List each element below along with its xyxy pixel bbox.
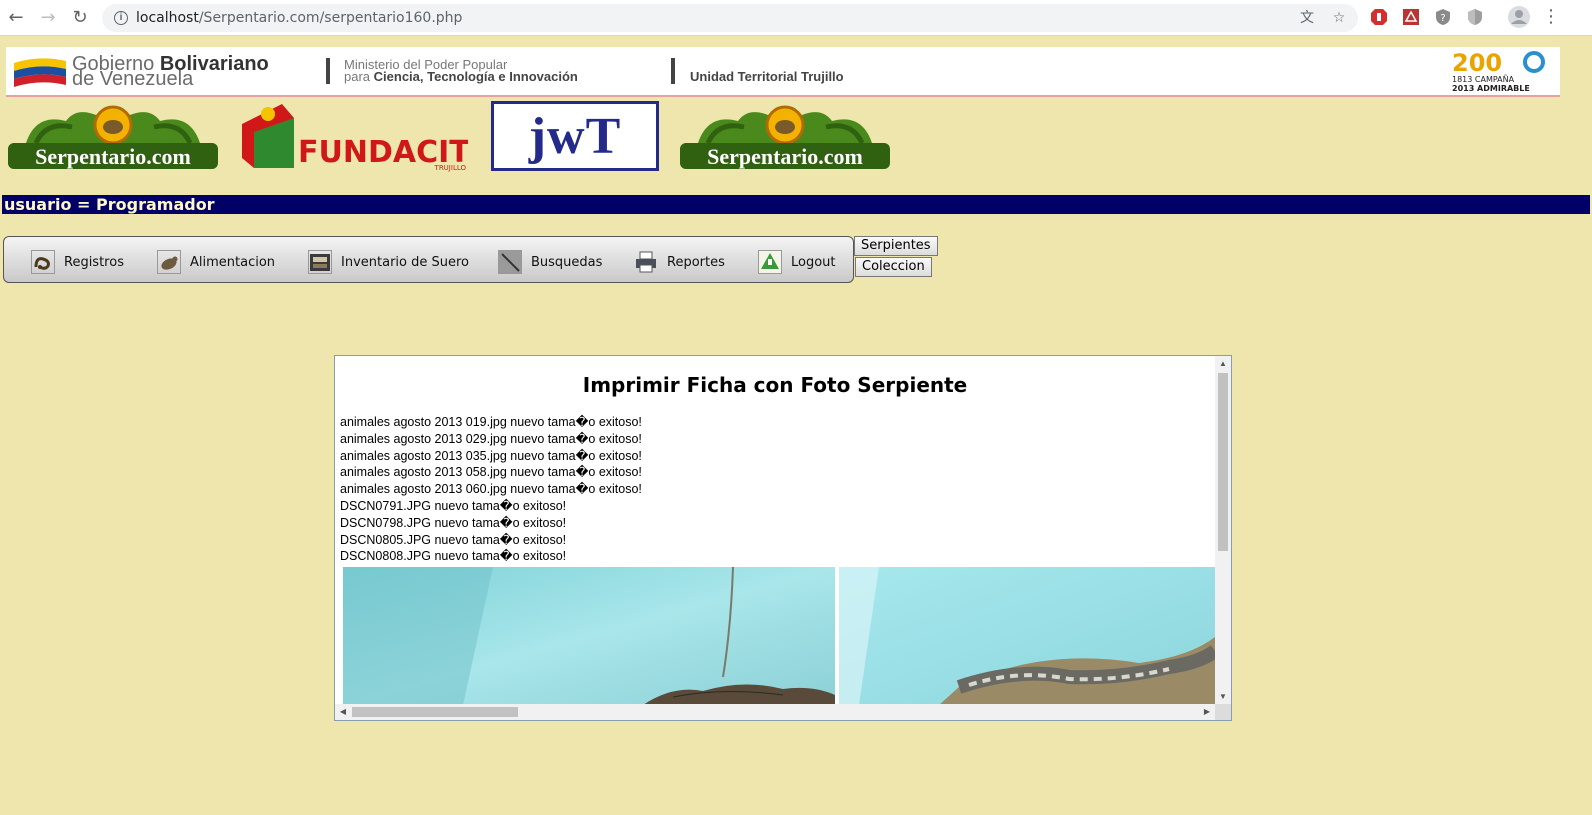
- address-bar[interactable]: i localhost/Serpentario.com/serpentario1…: [102, 4, 1358, 32]
- menu-item-logout[interactable]: Logout: [758, 250, 836, 274]
- menu-item-label: Inventario de Suero: [341, 254, 469, 270]
- url-text[interactable]: localhost/Serpentario.com/serpentario160…: [136, 10, 462, 26]
- search-stick-icon: [498, 250, 522, 274]
- pdf-icon[interactable]: [1402, 8, 1420, 26]
- menu-item-label: Alimentacion: [190, 254, 276, 270]
- banner-divider: [671, 58, 675, 84]
- scroll-right-arrow-icon[interactable]: ▶: [1199, 704, 1215, 720]
- scroll-left-arrow-icon[interactable]: ◀: [335, 704, 351, 720]
- serpentario-logo-text: Serpentario.com: [707, 144, 863, 169]
- snake-photo: [839, 567, 1215, 705]
- government-banner: Gobierno Bolivariano de Venezuela Minist…: [6, 47, 1560, 97]
- serpentario-logo-2: Serpentario.com: [680, 105, 890, 169]
- campaign-number: 200: [1452, 49, 1502, 77]
- resize-messages: animales agosto 2013 019.jpg nuevo tama�…: [340, 414, 642, 565]
- svg-text:?: ?: [1440, 13, 1445, 24]
- shield-icon[interactable]: [1466, 8, 1484, 26]
- back-arrow-icon[interactable]: ←: [6, 8, 26, 28]
- serpentario-logo-text: Serpentario.com: [35, 144, 191, 169]
- list-item: animales agosto 2013 058.jpg nuevo tama�…: [340, 465, 642, 480]
- horizontal-scrollbar[interactable]: ◀ ▶: [335, 704, 1215, 720]
- serpientes-button[interactable]: Serpientes: [854, 236, 938, 256]
- list-item: animales agosto 2013 029.jpg nuevo tama�…: [340, 431, 642, 446]
- rat-icon: [157, 250, 181, 274]
- list-item: DSCN0805.JPG nuevo tama�o exitoso!: [340, 532, 567, 547]
- info-icon[interactable]: i: [114, 11, 128, 25]
- scroll-up-arrow-icon[interactable]: ▲: [1215, 356, 1231, 372]
- fundacite-sub-text: TRUJILLO: [434, 164, 467, 172]
- printer-icon: [634, 250, 658, 274]
- fundacite-logo: FUNDACITE TRUJILLO: [242, 104, 468, 172]
- menu-item-label: Busquedas: [531, 254, 603, 270]
- adblock-icon[interactable]: [1370, 8, 1388, 26]
- territorial-unit: Unidad Territorial Trujillo: [690, 69, 844, 84]
- menu-item-registros[interactable]: Registros: [31, 250, 124, 274]
- browser-toolbar: ← → ↻ i localhost/Serpentario.com/serpen…: [0, 0, 1592, 36]
- user-status-bar: usuario = Programador: [2, 195, 1590, 214]
- menu-item-alimentacion[interactable]: Alimentacion: [157, 250, 275, 274]
- menu-item-busquedas[interactable]: Busquedas: [498, 250, 602, 274]
- coleccion-button[interactable]: Coleccion: [855, 257, 932, 277]
- scroll-corner: [1215, 704, 1231, 720]
- kebab-menu-icon[interactable]: ⋮: [1542, 8, 1560, 26]
- list-item: animales agosto 2013 060.jpg nuevo tama�…: [340, 482, 642, 497]
- menu-item-reportes[interactable]: Reportes: [634, 250, 725, 274]
- menu-item-label: Reportes: [667, 254, 725, 270]
- campaign-line1: 1813 CAMPAÑA: [1452, 74, 1515, 84]
- star-icon[interactable]: ☆: [1330, 9, 1348, 27]
- translate-icon[interactable]: 文: [1298, 9, 1316, 27]
- main-menu: Registros Alimentacion Inventario de Sue…: [3, 236, 854, 283]
- snake-photo: [343, 567, 835, 705]
- ministry-prefix: para: [344, 69, 371, 84]
- scroll-down-arrow-icon[interactable]: ▼: [1215, 689, 1231, 705]
- menu-item-label: Registros: [64, 254, 124, 270]
- jwt-logo-text: jwT: [528, 108, 622, 165]
- menu-item-label: Logout: [791, 254, 836, 270]
- list-item: DSCN0808.JPG nuevo tama�o exitoso!: [340, 549, 567, 564]
- vertical-scroll-thumb[interactable]: [1218, 373, 1228, 551]
- list-item: animales agosto 2013 019.jpg nuevo tama�…: [340, 415, 642, 429]
- avatar[interactable]: [1508, 6, 1530, 28]
- banner-divider: [326, 58, 330, 84]
- horizontal-scroll-thumb[interactable]: [352, 707, 518, 717]
- reload-icon[interactable]: ↻: [70, 8, 90, 28]
- menu-item-inventario-suero[interactable]: Inventario de Suero: [308, 250, 469, 274]
- ministry-name: Ciencia, Tecnología e Innovación: [373, 69, 578, 84]
- list-item: DSCN0798.JPG nuevo tama�o exitoso!: [340, 515, 567, 530]
- campaign-line2: 2013 ADMIRABLE: [1452, 84, 1530, 93]
- ministry-line2: para Ciencia, Tecnología e Innovación: [344, 69, 578, 84]
- bicentennial-logo: 200 1813 CAMPAÑA 2013 ADMIRABLE: [1452, 49, 1545, 93]
- logout-icon: [758, 250, 782, 274]
- page-title: Imprimir Ficha con Foto Serpiente: [582, 373, 968, 397]
- print-frame[interactable]: Imprimir Ficha con Foto Serpiente animal…: [334, 355, 1232, 721]
- url-path: /Serpentario.com/serpentario160.php: [198, 10, 463, 26]
- jwt-logo: jwT: [491, 101, 659, 171]
- serpentario-logo: Serpentario.com: [8, 105, 218, 169]
- serum-box-icon: [308, 250, 332, 274]
- snake-icon: [31, 250, 55, 274]
- gov-title-line2: de Venezuela: [72, 68, 194, 90]
- venezuela-flag-icon: [14, 58, 66, 87]
- shield-question-icon[interactable]: ?: [1434, 8, 1452, 26]
- list-item: animales agosto 2013 035.jpg nuevo tama�…: [340, 448, 642, 463]
- url-host: localhost: [136, 10, 199, 26]
- vertical-scrollbar[interactable]: ▲ ▼: [1215, 356, 1231, 705]
- forward-arrow-icon[interactable]: →: [38, 8, 58, 28]
- list-item: DSCN0791.JPG nuevo tama�o exitoso!: [340, 498, 567, 513]
